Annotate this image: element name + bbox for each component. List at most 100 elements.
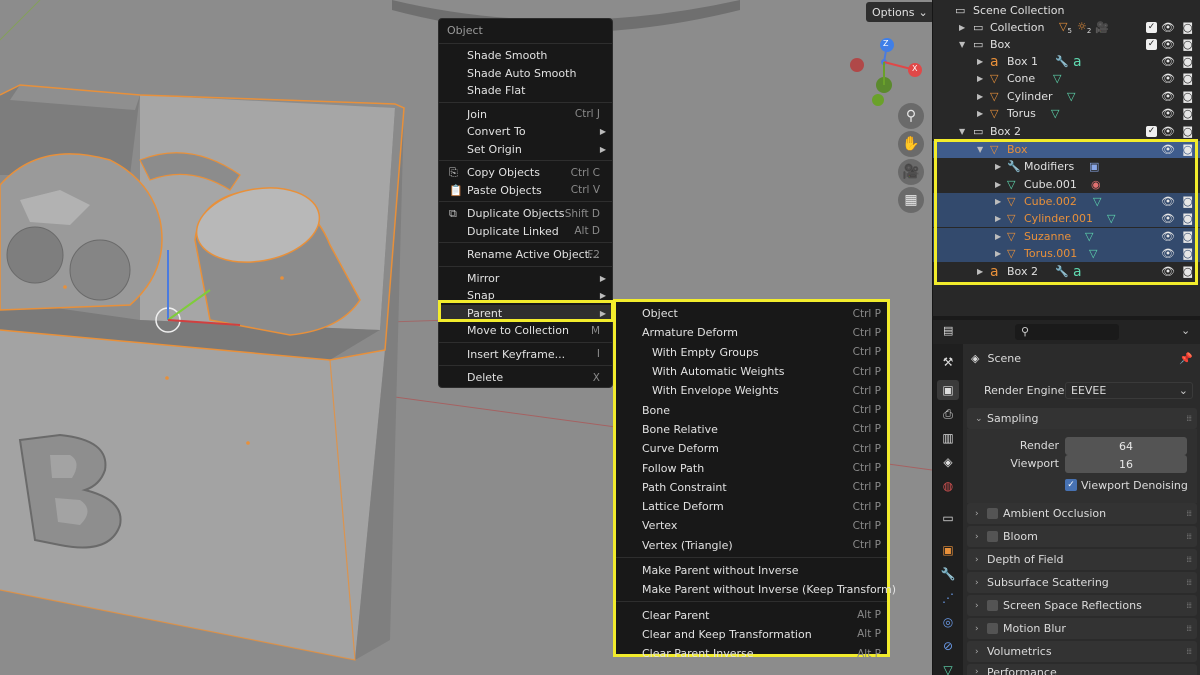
- render-camera-icon[interactable]: ◙: [1182, 247, 1193, 260]
- panel-performance[interactable]: › Performance: [967, 664, 1197, 675]
- drag-handle-icon[interactable]: ⁞⁞⁞: [1186, 532, 1192, 541]
- menu-item-join[interactable]: Join Ctrl J: [439, 106, 612, 124]
- outliner-row-cone[interactable]: ▶ ▽ Cone ▽ 👁 ◙: [933, 70, 1200, 87]
- expand-arrow-icon[interactable]: ▶: [995, 180, 1001, 189]
- render-camera-icon[interactable]: ◙: [1182, 212, 1193, 225]
- drag-handle-icon[interactable]: ⁞⁞⁞: [1186, 624, 1192, 633]
- viewport-samples-field[interactable]: 16: [1065, 455, 1187, 473]
- outliner-row-scene-collection[interactable]: ▭ Scene Collection: [933, 2, 1200, 19]
- parent-item-curve-deform[interactable]: Curve Deform Ctrl P: [616, 439, 887, 458]
- eye-icon[interactable]: 👁: [1161, 90, 1175, 103]
- eye-icon[interactable]: 👁: [1161, 72, 1175, 85]
- menu-item-duplicate-linked[interactable]: Duplicate Linked Alt D: [439, 223, 612, 241]
- camera-view-icon[interactable]: 🎥: [898, 159, 924, 185]
- menu-item-rename-active-object[interactable]: Rename Active Object... F2: [439, 246, 612, 264]
- physics-tab-icon[interactable]: ◎: [937, 612, 959, 632]
- expand-arrow-icon[interactable]: ▶: [977, 74, 983, 83]
- panel-enable-checkbox[interactable]: [987, 508, 998, 519]
- menu-item-convert-to[interactable]: Convert To ▶: [439, 123, 612, 141]
- outliner-row-cylinder[interactable]: ▶ ▽ Cylinder ▽ 👁 ◙: [933, 88, 1200, 105]
- expand-arrow-icon[interactable]: ▶: [995, 214, 1001, 223]
- menu-item-copy-objects[interactable]: ⎘ Copy Objects Ctrl C: [439, 164, 612, 182]
- expand-arrow-icon[interactable]: ▼: [959, 127, 965, 136]
- parent-item-path-constraint[interactable]: Path Constraint Ctrl P: [616, 478, 887, 497]
- panel-subsurface-scattering[interactable]: › Subsurface Scattering ⁞⁞⁞: [967, 572, 1197, 593]
- collection-tab-icon[interactable]: ▭: [937, 508, 959, 528]
- collection-checkbox[interactable]: ✓: [1146, 39, 1157, 51]
- parent-item-vertex[interactable]: Vertex Ctrl P: [616, 516, 887, 535]
- render-camera-icon[interactable]: ◙: [1182, 72, 1193, 85]
- render-camera-icon[interactable]: ◙: [1182, 143, 1193, 156]
- panel-enable-checkbox[interactable]: [987, 623, 998, 634]
- viewport-denoising-checkbox[interactable]: ✓: [1065, 479, 1077, 491]
- expand-arrow-icon[interactable]: ▶: [995, 232, 1001, 241]
- tool-tab-icon[interactable]: ⚒: [937, 352, 959, 372]
- object-tab-icon[interactable]: ▣: [937, 540, 959, 560]
- panel-motion-blur[interactable]: › Motion Blur ⁞⁞⁞: [967, 618, 1197, 639]
- parent-item-clear-and-keep[interactable]: Clear and Keep Transformation Alt P: [616, 625, 887, 644]
- outliner-row-torus-001[interactable]: ▶ ▽ Torus.001 ▽ 👁 ◙: [933, 245, 1200, 263]
- render-camera-icon[interactable]: ◙: [1182, 230, 1193, 243]
- panel-depth-of-field[interactable]: › Depth of Field ⁞⁞⁞: [967, 549, 1197, 570]
- menu-item-parent[interactable]: Parent ▶: [439, 304, 612, 322]
- collection-checkbox[interactable]: ✓: [1146, 22, 1157, 34]
- eye-icon[interactable]: 👁: [1161, 21, 1175, 34]
- panel-enable-checkbox[interactable]: [987, 600, 998, 611]
- outliner-row-box-1[interactable]: ▶ a Box 1 🔧 a 👁 ◙: [933, 53, 1200, 70]
- pin-icon[interactable]: 📌: [1179, 352, 1193, 365]
- expand-arrow-icon[interactable]: ▶: [959, 23, 965, 32]
- panel-volumetrics[interactable]: › Volumetrics ⁞⁞⁞: [967, 641, 1197, 662]
- menu-item-mirror[interactable]: Mirror ▶: [439, 270, 612, 288]
- panel-enable-checkbox[interactable]: [987, 531, 998, 542]
- eye-icon[interactable]: 👁: [1161, 265, 1175, 278]
- parent-item-with-envelope-weights[interactable]: With Envelope Weights Ctrl P: [616, 381, 887, 400]
- particles-tab-icon[interactable]: ⋰: [937, 588, 959, 608]
- eye-icon[interactable]: 👁: [1161, 212, 1175, 225]
- eye-icon[interactable]: 👁: [1161, 125, 1175, 138]
- outliner-row-box-2-text[interactable]: ▶ a Box 2 🔧 a 👁 ◙: [933, 263, 1200, 280]
- drag-handle-icon[interactable]: ⁞⁞⁞: [1186, 509, 1192, 518]
- parent-item-make-parent-without-inverse[interactable]: Make Parent without Inverse: [616, 561, 887, 580]
- render-camera-icon[interactable]: ◙: [1182, 90, 1193, 103]
- outliner-row-cylinder-001[interactable]: ▶ ▽ Cylinder.001 ▽ 👁 ◙: [933, 210, 1200, 228]
- parent-item-vertex-triangle[interactable]: Vertex (Triangle) Ctrl P: [616, 536, 887, 555]
- parent-item-clear-parent-inverse[interactable]: Clear Parent Inverse Alt P: [616, 644, 887, 663]
- drag-handle-icon[interactable]: ⁞⁞⁞: [1186, 555, 1192, 564]
- expand-arrow-icon[interactable]: ▶: [977, 267, 983, 276]
- render-camera-icon[interactable]: ◙: [1182, 107, 1193, 120]
- parent-item-with-empty-groups[interactable]: With Empty Groups Ctrl P: [616, 343, 887, 362]
- parent-item-armature-deform[interactable]: Armature Deform Ctrl P: [616, 323, 887, 342]
- panel-sampling[interactable]: ⌄ Sampling ⁞⁞⁞: [967, 408, 1197, 429]
- constraints-tab-icon[interactable]: ⊘: [937, 636, 959, 656]
- eye-icon[interactable]: 👁: [1161, 55, 1175, 68]
- panel-screen-space-reflections[interactable]: › Screen Space Reflections ⁞⁞⁞: [967, 595, 1197, 616]
- outliner-row-torus[interactable]: ▶ ▽ Torus ▽ 👁 ◙: [933, 105, 1200, 122]
- hand-pan-icon[interactable]: ✋: [898, 131, 924, 157]
- menu-item-move-to-collection[interactable]: Move to Collection M: [439, 322, 612, 340]
- render-camera-icon[interactable]: ◙: [1182, 55, 1193, 68]
- data-tab-icon[interactable]: ▽: [937, 660, 959, 675]
- render-camera-icon[interactable]: ◙: [1182, 21, 1193, 34]
- render-camera-icon[interactable]: ◙: [1182, 195, 1193, 208]
- menu-item-snap[interactable]: Snap ▶: [439, 287, 612, 305]
- menu-item-set-origin[interactable]: Set Origin ▶: [439, 141, 612, 159]
- output-tab-icon[interactable]: ⎙: [937, 404, 959, 424]
- outliner-row-cube-001[interactable]: ▶ ▽ Cube.001 ◉: [933, 176, 1200, 193]
- modifier-tab-icon[interactable]: 🔧: [937, 564, 959, 584]
- menu-item-insert-keyframe[interactable]: Insert Keyframe... I: [439, 346, 612, 364]
- panel-ambient-occlusion[interactable]: › Ambient Occlusion ⁞⁞⁞: [967, 503, 1197, 524]
- parent-item-object[interactable]: Object Ctrl P: [616, 304, 887, 323]
- parent-item-lattice-deform[interactable]: Lattice Deform Ctrl P: [616, 497, 887, 516]
- world-tab-icon[interactable]: ◍: [937, 476, 959, 496]
- view-layer-tab-icon[interactable]: ▥: [937, 428, 959, 448]
- properties-search-input[interactable]: ⚲: [1015, 324, 1119, 340]
- eye-icon[interactable]: 👁: [1161, 247, 1175, 260]
- parent-item-with-automatic-weights[interactable]: With Automatic Weights Ctrl P: [616, 362, 887, 381]
- eye-icon[interactable]: 👁: [1161, 143, 1175, 156]
- outliner-row-cube-002[interactable]: ▶ ▽ Cube.002 ▽ 👁 ◙: [933, 193, 1200, 211]
- menu-item-paste-objects[interactable]: 📋 Paste Objects Ctrl V: [439, 182, 612, 200]
- expand-arrow-icon[interactable]: ▶: [995, 197, 1001, 206]
- expand-arrow-icon[interactable]: ▶: [995, 162, 1001, 171]
- render-camera-icon[interactable]: ◙: [1182, 125, 1193, 138]
- expand-arrow-icon[interactable]: ▶: [977, 92, 983, 101]
